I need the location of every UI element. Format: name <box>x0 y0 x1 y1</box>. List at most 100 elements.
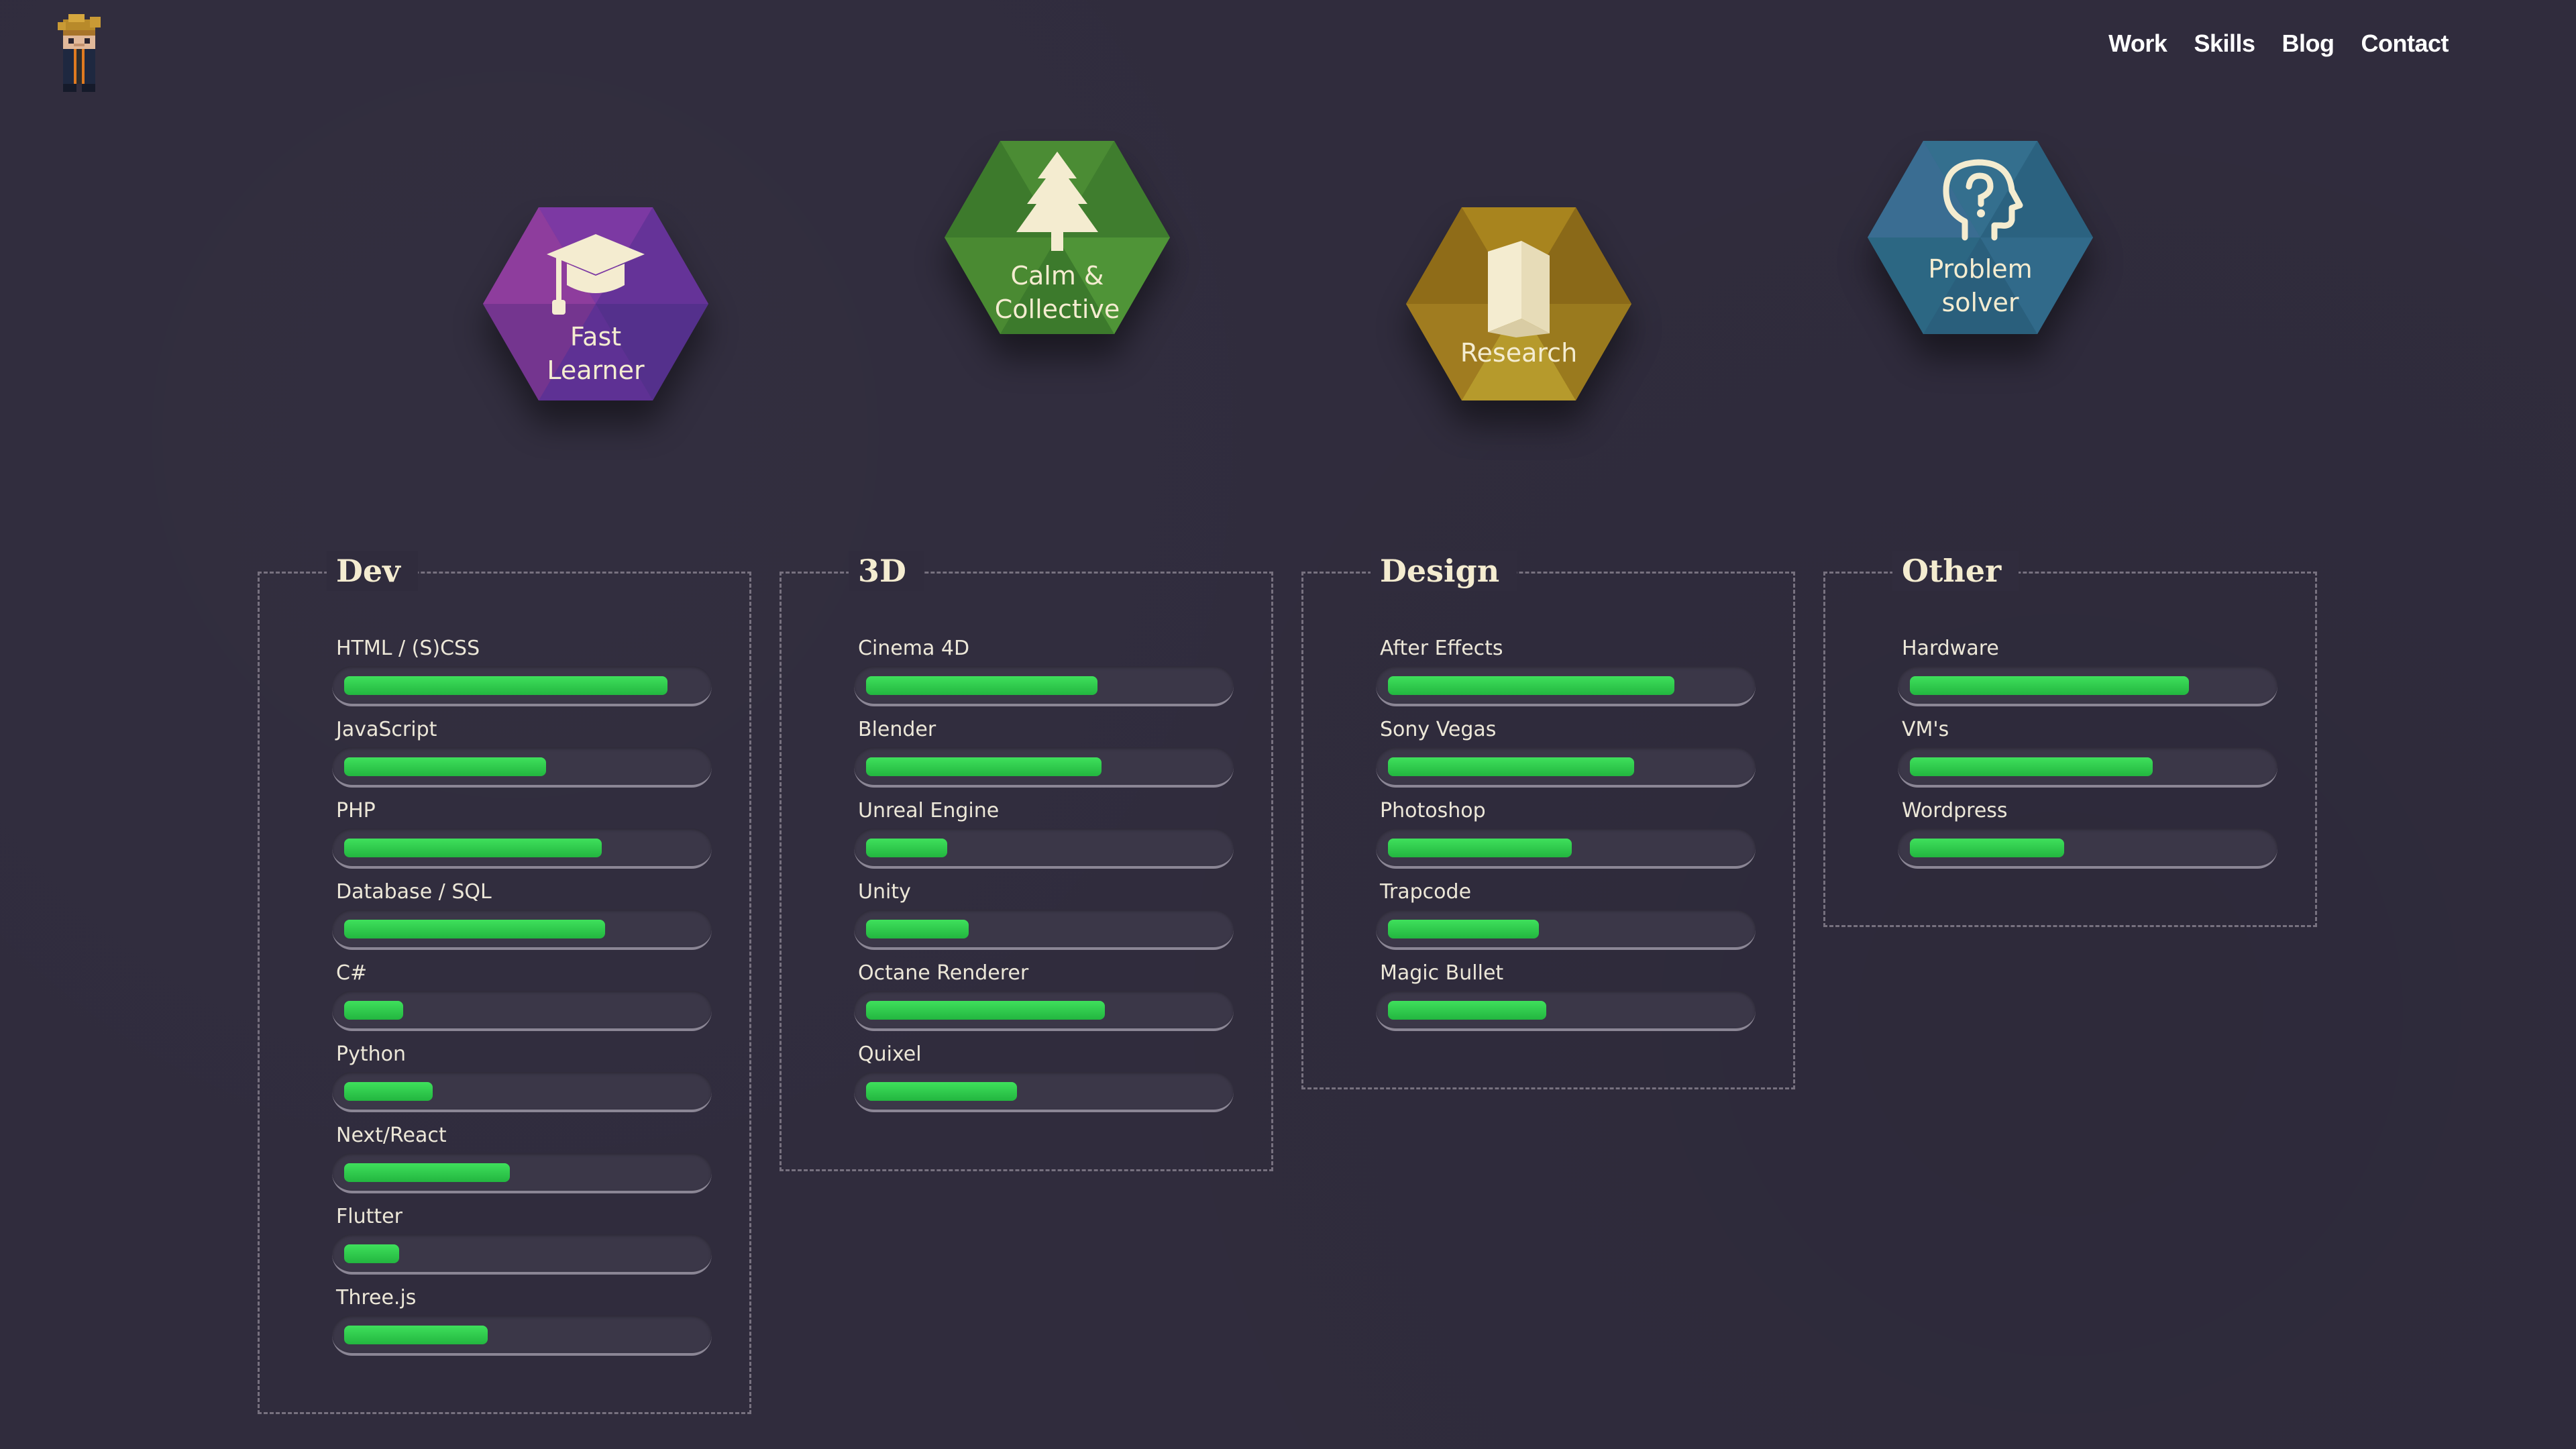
skill-row: Next/React <box>332 1124 712 1193</box>
skill-progress-fill <box>1388 920 1539 938</box>
skill-progress-track <box>1376 747 1756 788</box>
skill-row: Unity <box>854 880 1234 950</box>
skill-row: Three.js <box>332 1286 712 1356</box>
skill-name: Next/React <box>336 1124 447 1147</box>
avatar-logo[interactable] <box>55 13 106 93</box>
skill-name: Quixel <box>858 1042 922 1066</box>
skill-progress-track <box>1898 828 2277 869</box>
skill-row: Hardware <box>1898 637 2277 706</box>
group-title: Design <box>1371 551 1517 591</box>
skill-progress-fill <box>344 1082 433 1101</box>
skill-name: Photoshop <box>1380 799 1486 822</box>
skill-row: VM's <box>1898 718 2277 788</box>
skill-row: Wordpress <box>1898 799 2277 869</box>
skill-progress-track <box>332 666 712 706</box>
nav-work[interactable]: Work <box>2108 30 2167 58</box>
skill-row: Octane Renderer <box>854 961 1234 1031</box>
skill-name: After Effects <box>1380 637 1503 660</box>
trait-fast-learner: Fast Learner <box>482 205 710 403</box>
skill-progress-track <box>332 1153 712 1193</box>
skill-row: Sony Vegas <box>1376 718 1756 788</box>
skill-progress-track <box>1376 828 1756 869</box>
trait-calm-collective: Calm & Collective <box>943 138 1171 337</box>
trait-label: Problem solver <box>1928 254 2033 317</box>
graduation-cap-icon <box>545 229 646 319</box>
skill-progress-fill <box>344 920 605 938</box>
nav-contact[interactable]: Contact <box>2361 30 2449 58</box>
skill-name: Sony Vegas <box>1380 718 1497 741</box>
skill-row: Cinema 4D <box>854 637 1234 706</box>
skill-name: Flutter <box>336 1205 402 1228</box>
skill-name: PHP <box>336 799 376 822</box>
skill-group-3d: 3D Cinema 4D Blender Unreal Engine Unity Oct… <box>780 551 1273 1171</box>
nav-blog[interactable]: Blog <box>2282 30 2334 58</box>
skill-name: Blender <box>858 718 936 741</box>
skill-progress-track <box>1376 666 1756 706</box>
skill-name: VM's <box>1902 718 1949 741</box>
skill-row: Trapcode <box>1376 880 1756 950</box>
skill-group-design: Design After Effects Sony Vegas Photoshop T… <box>1301 551 1795 1089</box>
skill-row: Photoshop <box>1376 799 1756 869</box>
skill-progress-track <box>854 828 1234 869</box>
skill-progress-track <box>854 1072 1234 1112</box>
head-question-icon <box>1937 156 2024 246</box>
group-title: Other <box>1892 551 2019 591</box>
skill-progress-fill <box>344 1001 403 1020</box>
skill-group-other: Other Hardware VM's Wordpress <box>1823 551 2317 927</box>
skill-progress-track <box>332 747 712 788</box>
skill-progress-fill <box>1388 1001 1546 1020</box>
skill-progress-track <box>854 910 1234 950</box>
skill-name: Three.js <box>336 1286 417 1309</box>
skill-progress-track <box>854 991 1234 1031</box>
skill-row: PHP <box>332 799 712 869</box>
skill-name: Python <box>336 1042 406 1066</box>
skill-progress-fill <box>344 1326 488 1344</box>
skill-progress-fill <box>866 1001 1105 1020</box>
skill-progress-track <box>1376 910 1756 950</box>
skill-progress-fill <box>1910 676 2189 695</box>
book-icon <box>1479 238 1559 341</box>
main-nav: Work Skills Blog Contact <box>2108 30 2449 58</box>
skill-progress-track <box>854 747 1234 788</box>
skill-progress-track <box>854 666 1234 706</box>
skill-progress-track <box>1376 991 1756 1031</box>
skill-progress-fill <box>344 1163 510 1182</box>
skill-name: Magic Bullet <box>1380 961 1504 985</box>
group-title: 3D <box>849 551 924 591</box>
skill-progress-track <box>1898 666 2277 706</box>
skill-progress-fill <box>1910 757 2153 776</box>
skill-row: C# <box>332 961 712 1031</box>
skill-progress-fill <box>344 1244 399 1263</box>
skill-progress-fill <box>1388 757 1634 776</box>
skill-progress-track <box>332 1316 712 1356</box>
skill-progress-fill <box>866 757 1102 776</box>
skill-name: Unreal Engine <box>858 799 1000 822</box>
skill-progress-fill <box>866 920 969 938</box>
skill-row: HTML / (S)CSS <box>332 637 712 706</box>
skill-progress-fill <box>344 757 546 776</box>
skill-row: Database / SQL <box>332 880 712 950</box>
trait-problem-solver: Problem solver <box>1866 138 2094 337</box>
skill-progress-fill <box>344 676 667 695</box>
skill-row: JavaScript <box>332 718 712 788</box>
skill-name: Hardware <box>1902 637 1999 660</box>
trait-label: Fast Learner <box>547 322 645 385</box>
skill-progress-fill <box>866 676 1097 695</box>
skill-progress-track <box>332 910 712 950</box>
skill-group-dev: Dev HTML / (S)CSS JavaScript PHP Database /… <box>258 551 751 1414</box>
skill-progress-fill <box>866 1082 1017 1101</box>
trait-label: Calm & Collective <box>994 261 1120 324</box>
skill-row: Quixel <box>854 1042 1234 1112</box>
trait-label: Research <box>1460 338 1578 368</box>
skill-name: Wordpress <box>1902 799 2008 822</box>
nav-skills[interactable]: Skills <box>2194 30 2255 58</box>
skill-name: C# <box>336 961 368 985</box>
skill-progress-fill <box>1910 839 2064 857</box>
skill-progress-fill <box>344 839 602 857</box>
trait-research: Research <box>1405 205 1633 403</box>
skill-progress-track <box>1898 747 2277 788</box>
skill-name: HTML / (S)CSS <box>336 637 480 660</box>
group-title: Dev <box>327 551 418 591</box>
skill-name: Database / SQL <box>336 880 492 904</box>
skill-name: Octane Renderer <box>858 961 1029 985</box>
